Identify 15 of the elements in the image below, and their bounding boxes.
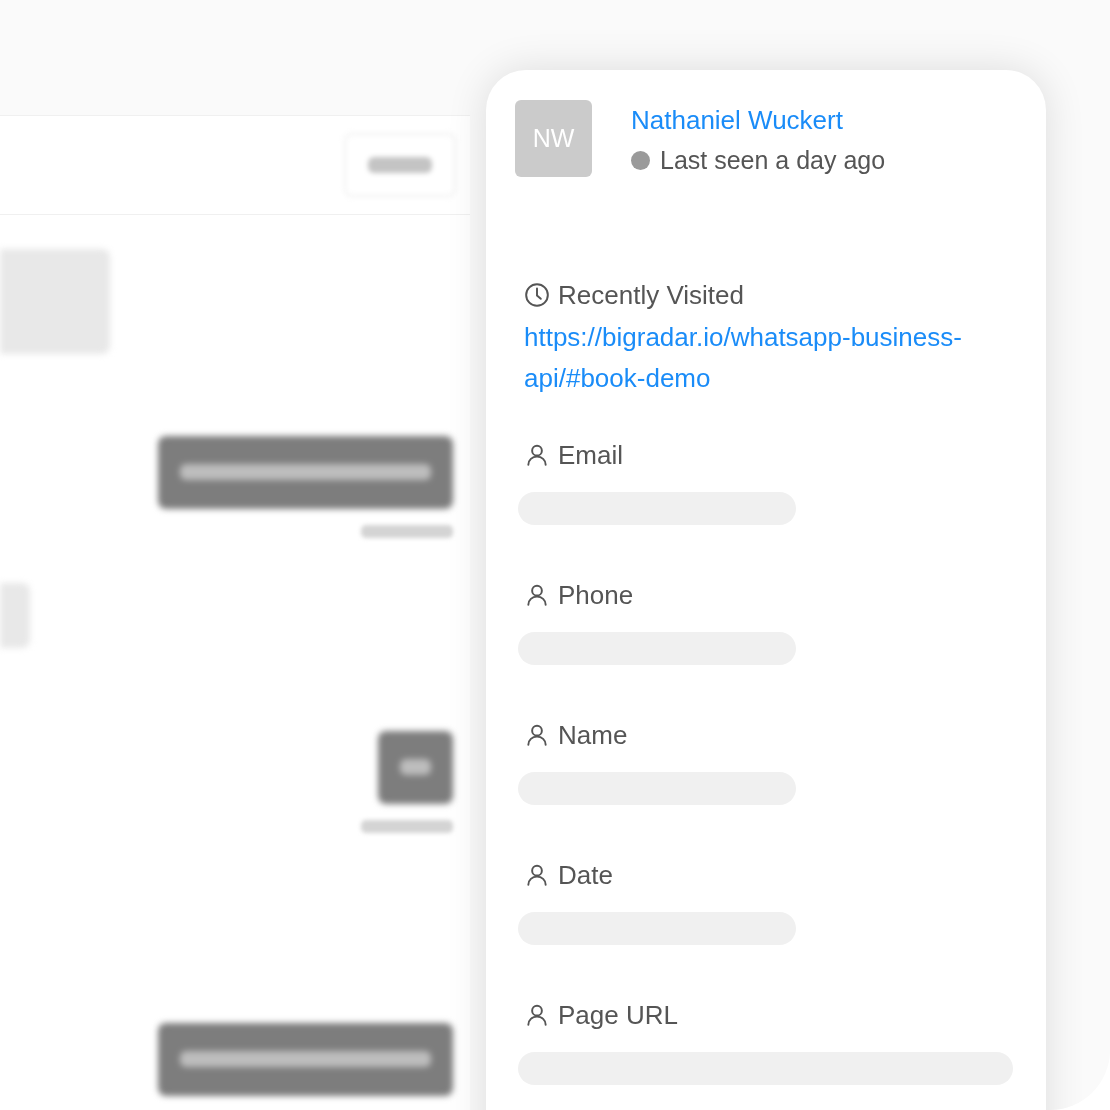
field-label: Date <box>558 859 613 891</box>
visited-url-link[interactable]: https://bigradar.io/whatsapp-business-api/#book-demo <box>524 317 1019 399</box>
person-icon <box>524 722 550 748</box>
field-label: Email <box>558 439 623 471</box>
person-icon <box>524 582 550 608</box>
clock-icon <box>524 282 550 308</box>
field-label: Phone <box>558 579 634 611</box>
person-icon <box>524 1002 550 1028</box>
field-label: Page URL <box>558 999 678 1031</box>
person-icon <box>524 862 550 888</box>
field-label: Name <box>558 719 628 751</box>
contact-name-link[interactable]: Nathaniel Wuckert <box>631 104 886 136</box>
last-seen-text: Last seen a day ago <box>660 145 886 176</box>
person-icon <box>524 442 550 468</box>
section-label: Recently Visited <box>558 279 744 311</box>
